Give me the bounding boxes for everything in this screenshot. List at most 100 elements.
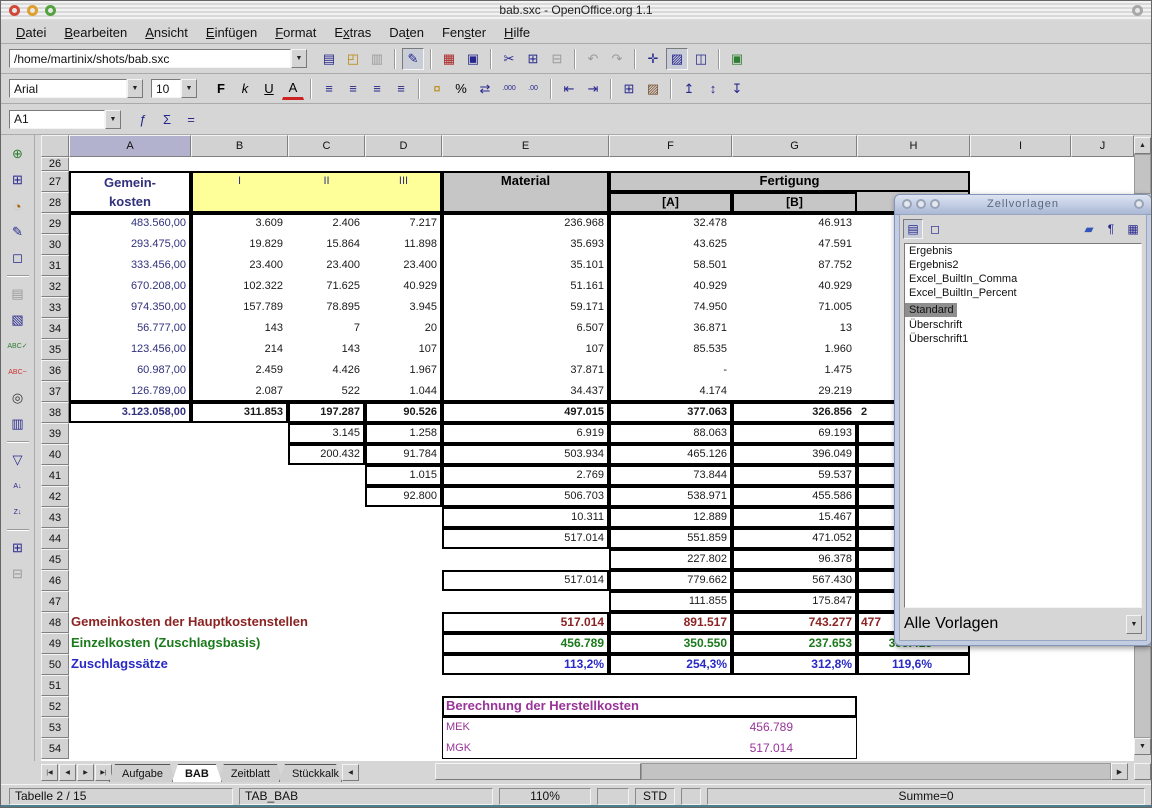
style-filter-value[interactable]: Alle Vorlagen (904, 615, 1126, 635)
row-header-35[interactable]: 35 (41, 339, 69, 360)
style-item-standard[interactable]: Standard (905, 303, 957, 317)
font-color-icon[interactable]: A (282, 78, 304, 100)
underline-icon[interactable]: U (258, 78, 280, 100)
cell-F28[interactable]: [A] (609, 192, 732, 213)
cell-E48[interactable]: 517.014 (442, 612, 609, 633)
cell-F45[interactable]: 227.802 (609, 549, 732, 570)
cell-A29[interactable]: 483.560,00 (69, 213, 191, 234)
cell-F47[interactable]: 111.855 (609, 591, 732, 612)
style-item-ergebnis2[interactable]: Ergebnis2 (905, 258, 1141, 272)
row-header-50[interactable]: 50 (41, 654, 69, 675)
style-item-excel_builtin_percent[interactable]: Excel_BuiltIn_Percent (905, 286, 1141, 300)
remove-decimal-icon[interactable]: .00 (522, 78, 544, 100)
cell-D37[interactable]: 1.044 (365, 381, 442, 402)
align-right-icon[interactable]: ≡ (366, 78, 388, 100)
cell-F30[interactable]: 43.625 (609, 234, 732, 255)
currency-format-icon[interactable]: ¤ (426, 78, 448, 100)
tab-scroll-left-button[interactable]: ◀ (342, 764, 359, 781)
cell-G49[interactable]: 237.653 (732, 633, 857, 654)
cell-E33[interactable]: 59.171 (442, 297, 609, 318)
insert-cells-icon[interactable]: ⊞ (7, 169, 29, 191)
cell-D38[interactable]: 90.526 (365, 402, 442, 423)
cell-A38[interactable]: 3.123.058,00 (69, 402, 191, 423)
row-header-47[interactable]: 47 (41, 591, 69, 612)
cell-F54[interactable]: 517.014 (609, 738, 857, 759)
font-size-dropdown-button[interactable]: ▼ (181, 79, 197, 98)
stylist-title-bar[interactable]: Zellvorlagen (895, 195, 1151, 215)
themes-icon[interactable]: ▧ (7, 309, 29, 331)
title-bar[interactable]: bab.sxc - OpenOffice.org 1.1 (1, 1, 1151, 22)
row-header-40[interactable]: 40 (41, 444, 69, 465)
cell-E44[interactable]: 517.014 (442, 528, 609, 549)
stylist-icon[interactable]: ▨ (666, 48, 688, 70)
new-style-from-selection-icon[interactable]: ¶ (1101, 219, 1121, 239)
cell-E52[interactable]: Berechnung der Herstellkosten (442, 696, 857, 717)
cell-H50[interactable]: 119,6% (857, 654, 970, 675)
row-header-30[interactable]: 30 (41, 234, 69, 255)
cell-C30[interactable]: 15.864 (288, 234, 365, 255)
cell-C29[interactable]: 2.406 (288, 213, 365, 234)
cell-C33[interactable]: 78.895 (288, 297, 365, 318)
style-item-überschrift1[interactable]: Überschrift1 (905, 332, 1141, 346)
row-header-53[interactable]: 53 (41, 717, 69, 738)
cell-E40[interactable]: 503.934 (442, 444, 609, 465)
cell-E30[interactable]: 35.693 (442, 234, 609, 255)
column-header-D[interactable]: D (365, 135, 442, 157)
cell-F27[interactable]: Fertigung (609, 171, 970, 192)
style-list[interactable]: ErgebnisErgebnis2Excel_BuiltIn_CommaExce… (904, 243, 1142, 608)
cell-F35[interactable]: 85.535 (609, 339, 732, 360)
cell-E35[interactable]: 107 (442, 339, 609, 360)
sheet-tab-stückkalk[interactable]: Stückkalk (279, 764, 342, 782)
row-header-48[interactable]: 48 (41, 612, 69, 633)
horizontal-scroll-right-button[interactable]: ▶ (1111, 763, 1128, 780)
cell-reference-box[interactable]: A1 (9, 110, 105, 129)
decrease-indent-icon[interactable]: ⇤ (558, 78, 580, 100)
sheet-tab-aufgabe[interactable]: Aufgabe (109, 764, 176, 782)
cell-A33[interactable]: 974.350,00 (69, 297, 191, 318)
cell-G35[interactable]: 1.960 (732, 339, 857, 360)
cell-F46[interactable]: 779.662 (609, 570, 732, 591)
row-header-41[interactable]: 41 (41, 465, 69, 486)
cell-A27[interactable]: Gemein- kosten (69, 171, 191, 213)
cell-D35[interactable]: 107 (365, 339, 442, 360)
cell-D41[interactable]: 1.015 (365, 465, 442, 486)
cell-D36[interactable]: 1.967 (365, 360, 442, 381)
cell-G43[interactable]: 15.467 (732, 507, 857, 528)
spellcheck-icon[interactable]: ABC✓ (7, 335, 29, 357)
font-name-dropdown-button[interactable]: ▼ (127, 79, 143, 98)
cell-E27[interactable]: Material (442, 171, 609, 192)
menu-extras[interactable]: Extras (325, 23, 380, 42)
cell-F33[interactable]: 74.950 (609, 297, 732, 318)
cell-F32[interactable]: 40.929 (609, 276, 732, 297)
print-icon[interactable]: ▣ (462, 48, 484, 70)
column-header-C[interactable]: C (288, 135, 365, 157)
row-header-32[interactable]: 32 (41, 276, 69, 297)
cell-D29[interactable]: 7.217 (365, 213, 442, 234)
menu-fenster[interactable]: Fenster (433, 23, 495, 42)
cell-G32[interactable]: 40.929 (732, 276, 857, 297)
cell-B32[interactable]: 102.322 (191, 276, 288, 297)
cell-G31[interactable]: 87.752 (732, 255, 857, 276)
cell-A50[interactable]: Zuschlagssätze (69, 654, 442, 675)
row-header-44[interactable]: 44 (41, 528, 69, 549)
font-size-combo[interactable]: 10 ▼ (151, 79, 197, 98)
cell-B27[interactable]: I (191, 171, 288, 192)
row-header-51[interactable]: 51 (41, 675, 69, 696)
column-header-E[interactable]: E (442, 135, 609, 157)
row-header-45[interactable]: 45 (41, 549, 69, 570)
cell-A30[interactable]: 293.475,00 (69, 234, 191, 255)
cell-A35[interactable]: 123.456,00 (69, 339, 191, 360)
window-menu-button[interactable] (1132, 5, 1143, 16)
prev-sheet-button[interactable]: ◀ (59, 764, 76, 781)
italic-icon[interactable]: k (234, 78, 256, 100)
insert-icon[interactable]: ⊕ (7, 143, 29, 165)
align-center-vertical-icon[interactable]: ↕ (702, 78, 724, 100)
draw-functions-icon[interactable]: ✎ (7, 221, 29, 243)
row-header-27[interactable]: 27 (41, 171, 69, 192)
gallery-icon[interactable]: ◫ (690, 48, 712, 70)
row-header-36[interactable]: 36 (41, 360, 69, 381)
open-icon[interactable]: ◰ (342, 48, 364, 70)
cell-G36[interactable]: 1.475 (732, 360, 857, 381)
cell-A49[interactable]: Einzelkosten (Zuschlagsbasis) (69, 633, 442, 654)
menu-bearbeiten[interactable]: Bearbeiten (55, 23, 136, 42)
